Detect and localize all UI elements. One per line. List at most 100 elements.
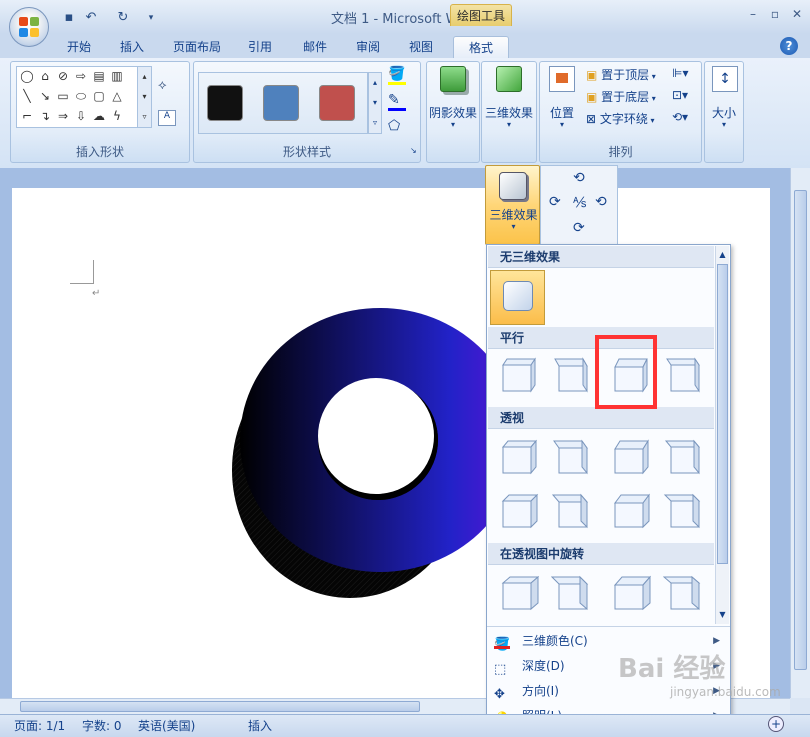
preset-rotate-3[interactable]: [607, 571, 652, 615]
vertical-scrollbar[interactable]: [790, 168, 810, 698]
restore-icon[interactable]: ▫: [766, 6, 784, 22]
office-button[interactable]: [9, 7, 49, 47]
oval-shape-icon[interactable]: ◯: [20, 69, 34, 83]
arrange-label: 排列: [608, 145, 633, 159]
tab-format[interactable]: 格式: [453, 36, 509, 58]
shape-style-gallery[interactable]: [198, 72, 368, 134]
rounded-rect-icon[interactable]: ▢: [92, 89, 106, 103]
fill-color-icon[interactable]: 🪣: [388, 66, 416, 86]
triangle-icon[interactable]: △: [110, 89, 124, 103]
position-button[interactable]: 位置 ▾: [541, 66, 583, 136]
dialog-launcher-icon[interactable]: ↘: [410, 146, 417, 155]
group-icon[interactable]: ⊡▾: [672, 88, 698, 106]
preset-parallel-2[interactable]: [551, 353, 595, 397]
cloud-icon[interactable]: ☁: [92, 109, 106, 123]
style-gallery-scroll-icon[interactable]: ▴ ▾ ▿: [368, 72, 382, 134]
threed-effects-dropdown-button[interactable]: 三维效果 ▾: [485, 165, 540, 245]
zoom-in-icon[interactable]: +: [768, 716, 784, 732]
tilt-right-icon[interactable]: ⟲: [595, 194, 607, 210]
office-logo-icon: [19, 17, 39, 37]
tab-insert[interactable]: 插入: [112, 36, 152, 58]
no-symbol-shape-icon[interactable]: ⊘: [56, 69, 70, 83]
scroll-down-icon[interactable]: ▼: [716, 610, 729, 619]
shadow-effects-button[interactable]: 阴影效果 ▾: [428, 66, 478, 136]
arrow-line-icon[interactable]: ↘: [38, 89, 52, 103]
align-icon[interactable]: ⊫▾: [672, 66, 698, 84]
preset-parallel-4[interactable]: [663, 353, 707, 397]
preset-perspective-4[interactable]: [663, 489, 707, 533]
tilt-down-icon[interactable]: ⟳: [573, 220, 585, 236]
preset-perspective-3[interactable]: [607, 435, 651, 479]
bring-to-front-label: 置于顶层: [601, 68, 650, 82]
size-label: 大小: [711, 106, 736, 120]
scroll-thumb[interactable]: [794, 190, 807, 670]
preset-rotate-2[interactable]: [550, 571, 595, 615]
rotate-icon[interactable]: ⟲▾: [672, 110, 698, 128]
gallery-scroll-icon[interactable]: ▴ ▾ ▿: [137, 67, 151, 127]
vertical-textbox-icon[interactable]: ▥: [110, 69, 124, 83]
line-icon[interactable]: ╲: [20, 89, 34, 103]
style-swatch-red[interactable]: [319, 85, 355, 121]
arrow-shape-icon[interactable]: ⇨: [74, 69, 88, 83]
send-to-back-button[interactable]: ▣ 置于底层 ▾: [586, 88, 666, 106]
preset-perspective-1[interactable]: [495, 489, 539, 533]
preset-perspective-3[interactable]: [607, 489, 651, 533]
minimize-icon[interactable]: –: [744, 6, 762, 22]
preset-perspective-1[interactable]: [495, 435, 539, 479]
shapes-gallery[interactable]: ◯ ⌂ ⊘ ⇨ ▤ ▥ ╲ ↘ ▭ ⬭ ▢ △ ⌐ ↴ ⇒ ⇩ ☁ ϟ ▴ ▾ ▿: [16, 66, 152, 128]
preset-parallel-1[interactable]: [495, 353, 539, 397]
elbow-arrow-icon[interactable]: ↴: [38, 109, 52, 123]
right-arrow-icon[interactable]: ⇒: [56, 109, 70, 123]
cube-preset-icon: [501, 439, 538, 475]
page-count[interactable]: 页面: 1/1: [14, 717, 65, 734]
paragraph-mark-icon: ↵: [92, 288, 101, 299]
close-icon[interactable]: ✕: [788, 6, 806, 22]
tab-review[interactable]: 审阅: [348, 36, 388, 58]
shape-icon[interactable]: ⌂: [38, 69, 52, 83]
lightning-icon[interactable]: ϟ: [110, 109, 124, 123]
tilt-up-icon[interactable]: ⟲: [573, 170, 585, 186]
down-arrow-icon[interactable]: ⇩: [74, 109, 88, 123]
text-wrapping-button[interactable]: ⊠ 文字环绕 ▾: [586, 110, 666, 128]
menu-scrollbar[interactable]: ▲ ▼: [715, 246, 729, 624]
rectangle-icon[interactable]: ▭: [56, 89, 70, 103]
h-scroll-thumb[interactable]: [20, 701, 420, 712]
style-swatch-blue[interactable]: [263, 85, 299, 121]
cube-preset-icon: [662, 575, 701, 611]
tab-references[interactable]: 引用: [240, 36, 280, 58]
help-icon[interactable]: ?: [780, 37, 798, 55]
outline-color-icon[interactable]: ✎: [388, 92, 416, 112]
textbox-icon[interactable]: ▤: [92, 69, 106, 83]
section-perspective: 透视: [488, 407, 714, 429]
change-shape-icon[interactable]: ⬠: [388, 118, 416, 138]
edit-shape-icon[interactable]: ⟡: [158, 78, 180, 96]
language-indicator[interactable]: 英语(美国): [138, 717, 195, 734]
preset-rotate-4[interactable]: [662, 571, 707, 615]
direction-icon: ✥: [494, 687, 505, 702]
preset-perspective-2[interactable]: [551, 489, 595, 533]
elbow-connector-icon[interactable]: ⌐: [20, 109, 34, 123]
bring-front-icon: ▣: [586, 68, 598, 82]
ellipse-icon[interactable]: ⬭: [74, 89, 88, 103]
no-3d-option[interactable]: [490, 270, 545, 325]
toggle-3d-icon[interactable]: ⅍: [573, 194, 586, 211]
bring-to-front-button[interactable]: ▣ 置于顶层 ▾: [586, 66, 666, 84]
tab-page-layout[interactable]: 页面布局: [165, 36, 229, 58]
tilt-left-icon[interactable]: ⟳: [549, 194, 561, 210]
style-swatch-black[interactable]: [207, 85, 243, 121]
tab-home[interactable]: 开始: [58, 36, 100, 58]
scroll-up-icon[interactable]: ▲: [716, 250, 729, 259]
3d-ring-shape[interactable]: [230, 300, 492, 600]
word-count[interactable]: 字数: 0: [82, 717, 122, 734]
tab-mailings[interactable]: 邮件: [295, 36, 335, 58]
menu-scroll-thumb[interactable]: [717, 264, 728, 564]
draw-textbox-icon[interactable]: A: [158, 110, 176, 126]
preset-perspective-2[interactable]: [551, 435, 595, 479]
insert-mode[interactable]: 插入: [248, 717, 272, 734]
tab-view[interactable]: 视图: [401, 36, 441, 58]
cube-preset-icon: [614, 439, 649, 475]
threed-effects-ribbon-button[interactable]: 三维效果 ▾: [483, 66, 535, 136]
preset-rotate-1[interactable]: [495, 571, 540, 615]
size-button[interactable]: ↕ 大小 ▾: [706, 66, 742, 136]
preset-perspective-4[interactable]: [663, 435, 707, 479]
